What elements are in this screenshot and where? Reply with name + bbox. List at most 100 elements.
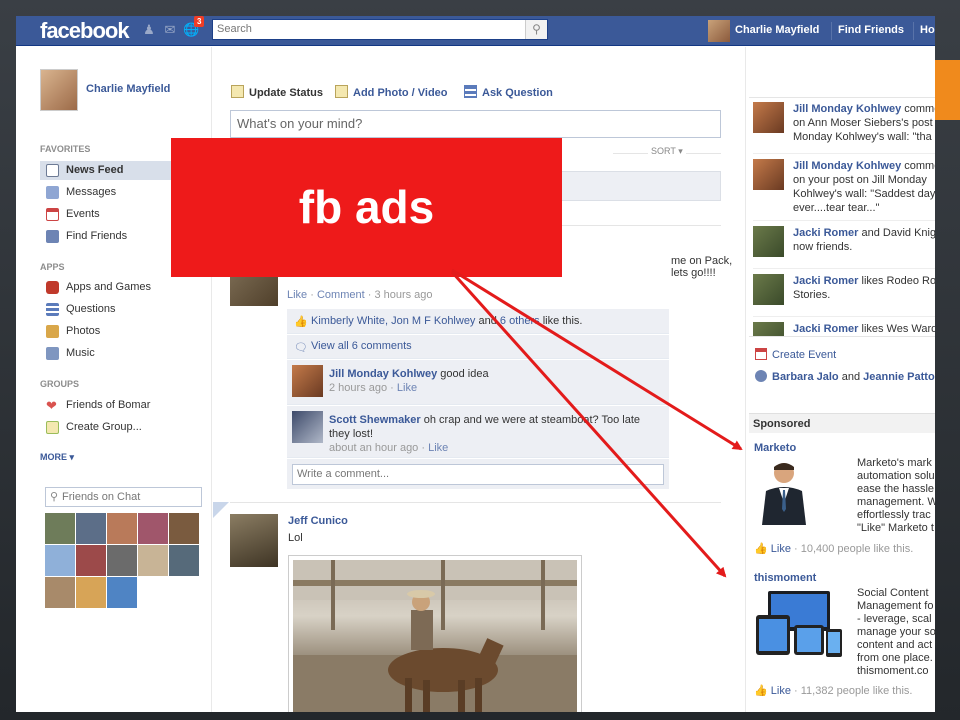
- sidebar-item-find-friends[interactable]: Find Friends: [40, 227, 190, 246]
- friend-thumbnail[interactable]: [45, 513, 75, 544]
- post-author-avatar[interactable]: [230, 514, 278, 567]
- friend-thumbnail[interactable]: [76, 545, 106, 576]
- commenter-name[interactable]: Jill Monday Kohlwey: [329, 368, 437, 380]
- ad-text-line: Management fo: [857, 600, 934, 612]
- search-placeholder: Search: [217, 23, 252, 35]
- ticker-item[interactable]: Jill Monday Kohlwey comme on your post on…: [753, 155, 935, 221]
- friend-thumbnail[interactable]: [45, 545, 75, 576]
- ad-text-line: from one place.: [857, 652, 933, 664]
- ticker-item[interactable]: Jill Monday Kohlwey comme on Ann Moser Si…: [753, 98, 935, 154]
- ad-text-thismoment: Social Content Management fo - leverage,…: [857, 587, 935, 678]
- events-icon: [46, 208, 59, 221]
- ad-like-count: 11,382 people like this.: [800, 685, 913, 697]
- post-author-name[interactable]: Jeff Cunico: [288, 515, 348, 527]
- ad-title-marketo[interactable]: Marketo: [754, 442, 796, 454]
- sidebar-item-create-group[interactable]: Create Group...: [40, 418, 190, 437]
- sidebar-item-photos[interactable]: Photos: [40, 322, 190, 341]
- music-icon: [46, 347, 59, 360]
- ad-like-link[interactable]: Like: [771, 685, 791, 697]
- sidebar-item-friends-of-bomar[interactable]: ❤ Friends of Bomar: [40, 396, 190, 415]
- questions-icon: [46, 303, 59, 316]
- ticker-feed: Jill Monday Kohlwey comme on Ann Moser Si…: [749, 97, 935, 337]
- post-photo[interactable]: [288, 555, 582, 712]
- friend-thumbnail[interactable]: [107, 513, 137, 544]
- commenter-avatar[interactable]: [292, 411, 323, 443]
- ad-image-marketo[interactable]: [754, 457, 814, 525]
- birthday-person-link[interactable]: Barbara Jalo: [772, 371, 839, 383]
- sort-dropdown[interactable]: SORT ▾: [648, 146, 686, 157]
- devices-illustration: [754, 589, 846, 659]
- more-link[interactable]: MORE ▾: [40, 452, 74, 463]
- update-status-tab[interactable]: Update Status: [231, 85, 323, 99]
- commenter-avatar[interactable]: [292, 365, 323, 397]
- comment-link[interactable]: Comment: [317, 289, 365, 301]
- friend-thumbnail[interactable]: [138, 545, 168, 576]
- post-timestamp[interactable]: 3 hours ago: [374, 289, 432, 301]
- others-link[interactable]: 6 others: [500, 315, 540, 327]
- ad-like-link[interactable]: Like: [771, 543, 791, 555]
- friend-thumbnail[interactable]: [138, 513, 168, 544]
- friend-thumbnail[interactable]: [45, 577, 75, 608]
- right-sidebar: Jill Monday Kohlwey comme on Ann Moser Si…: [745, 47, 935, 712]
- birthday-person-link[interactable]: Jeannie Patto: [863, 371, 935, 383]
- add-photo-tab[interactable]: Add Photo / Video: [335, 85, 448, 99]
- search-icon[interactable]: ⚲: [525, 20, 547, 39]
- ticker-text: Jacki Romer and David Knig now friends.: [793, 226, 935, 254]
- sponsored-header: Sponsored: [749, 413, 935, 433]
- sidebar-item-messages[interactable]: Messages: [40, 183, 190, 202]
- comment-like-link[interactable]: Like: [428, 442, 448, 454]
- profile-picture[interactable]: [40, 69, 78, 111]
- comment-like-link[interactable]: Like: [397, 382, 417, 394]
- notification-count-badge: 3: [194, 16, 205, 27]
- post-author-avatar[interactable]: [230, 272, 278, 306]
- friend-thumbnail[interactable]: [169, 513, 199, 544]
- comment-time[interactable]: about an hour ago: [329, 442, 418, 454]
- friend-thumbnail[interactable]: [107, 545, 137, 576]
- home-link[interactable]: Ho: [920, 24, 935, 36]
- sidebar-item-apps-and-games[interactable]: Apps and Games: [40, 278, 190, 297]
- like-link[interactable]: Like: [287, 289, 307, 301]
- horse-rider-illustration: [293, 560, 577, 712]
- sidebar-item-news-feed[interactable]: News Feed: [40, 161, 190, 180]
- sidebar-item-events[interactable]: Events: [40, 205, 190, 224]
- ticker-text: Jacki Romer likes Wes Ward: [793, 322, 935, 336]
- user-avatar[interactable]: [708, 20, 730, 42]
- ad-text-line: manage your so: [857, 626, 935, 638]
- ticker-item[interactable]: Jacki Romer and David Knig now friends.: [753, 222, 935, 269]
- ticker-rest: and David Knig: [861, 227, 936, 239]
- comment-item: Jill Monday Kohlwey good idea 2 hours ag…: [287, 360, 669, 405]
- favorites-heading: FAVORITES: [40, 144, 91, 154]
- comment-time[interactable]: 2 hours ago: [329, 382, 387, 394]
- chat-search-input[interactable]: ⚲ Friends on Chat: [45, 487, 202, 507]
- ad-text-line: thismoment.co: [857, 665, 929, 677]
- friend-thumbnail[interactable]: [76, 513, 106, 544]
- friend-thumbnail[interactable]: [76, 577, 106, 608]
- post-text: Lol: [288, 532, 303, 544]
- write-comment-input[interactable]: Write a comment...: [292, 464, 664, 485]
- search-input[interactable]: Search ⚲: [212, 19, 548, 40]
- top-navigation-bar: facebook ♟ ✉ 🌐 3 Search ⚲ Charlie Mayfie…: [16, 16, 935, 46]
- ad-title-thismoment[interactable]: thismoment: [754, 572, 816, 584]
- ad-image-thismoment[interactable]: [754, 589, 846, 659]
- friend-requests-icon[interactable]: ♟: [141, 23, 157, 37]
- sidebar-item-questions[interactable]: Questions: [40, 300, 190, 319]
- likers-link[interactable]: Kimberly White, Jon M F Kohlwey: [311, 315, 475, 327]
- friend-thumbnail[interactable]: [107, 577, 137, 608]
- ticker-item[interactable]: Jacki Romer likes Rodeo Roa Stories.: [753, 270, 935, 317]
- ticker-avatar: [753, 159, 784, 190]
- ask-question-tab[interactable]: Ask Question: [464, 85, 553, 99]
- ticker-avatar: [753, 322, 784, 336]
- friend-thumbnail[interactable]: [169, 545, 199, 576]
- profile-link[interactable]: Charlie Mayfield: [735, 24, 819, 36]
- messages-jewel-icon[interactable]: ✉: [162, 23, 178, 37]
- commenter-name[interactable]: Scott Shewmaker: [329, 414, 421, 426]
- find-friends-link[interactable]: Find Friends: [838, 24, 904, 36]
- profile-name-link[interactable]: Charlie Mayfield: [86, 83, 170, 95]
- view-comments-label: View all 6 comments: [311, 340, 412, 352]
- create-event-link[interactable]: Create Event: [755, 348, 836, 361]
- ticker-item[interactable]: Jacki Romer likes Wes Ward: [753, 318, 935, 336]
- status-input[interactable]: What's on your mind?: [230, 110, 721, 138]
- sidebar-item-music[interactable]: Music: [40, 344, 190, 363]
- view-all-comments[interactable]: 🗨 View all 6 comments: [287, 335, 669, 359]
- facebook-logo[interactable]: facebook: [40, 18, 130, 44]
